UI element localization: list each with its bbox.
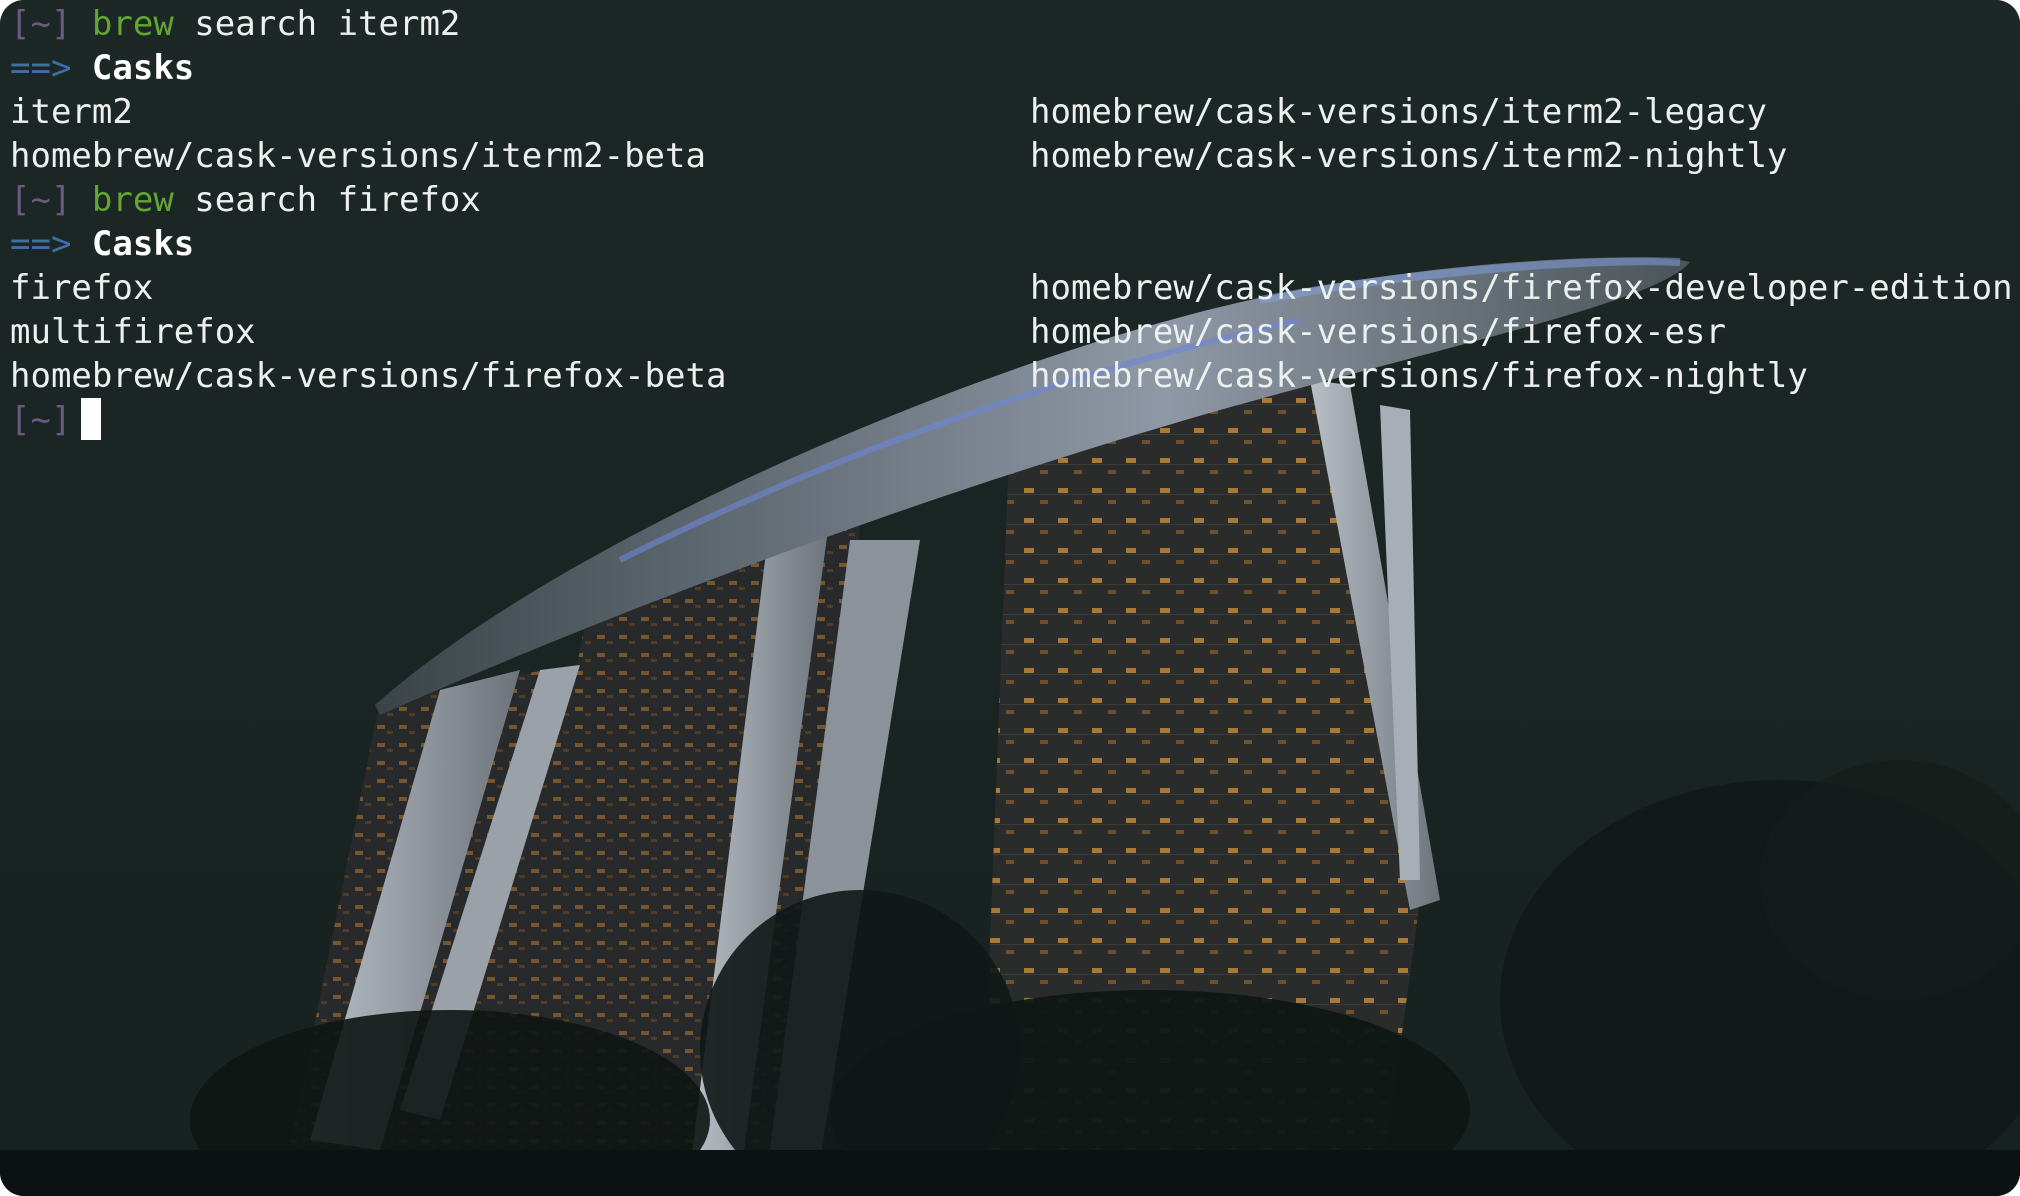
result-item: homebrew/cask-versions/firefox-beta	[10, 356, 727, 396]
arrow-icon: ==>	[10, 224, 72, 264]
result-row: multifirefox homebrew/cask-versions/firef…	[10, 310, 2010, 354]
result-item: firefox	[10, 268, 154, 308]
result-row: homebrew/cask-versions/iterm2-beta homebr…	[10, 134, 2010, 178]
result-item: homebrew/cask-versions/firefox-esr	[1030, 312, 1726, 352]
terminal-output[interactable]: [~] brew search iterm2 ==> Casks iterm2 h…	[10, 2, 2013, 442]
result-item: homebrew/cask-versions/firefox-nightly	[1030, 356, 1808, 396]
result-item: multifirefox	[10, 312, 256, 352]
input-line[interactable]: [~]	[10, 398, 2010, 442]
heading-text: Casks	[91, 48, 195, 88]
prompt: [~]	[10, 400, 72, 440]
text-cursor[interactable]	[81, 398, 102, 440]
result-row: firefox homebrew/cask-versions/firefox-de…	[10, 266, 2013, 310]
command-line: [~] brew search firefox	[10, 178, 2010, 222]
terminal-window[interactable]: [~] brew search iterm2 ==> Casks iterm2 h…	[0, 0, 2020, 1196]
section-heading: ==> Casks	[10, 46, 2010, 90]
section-heading: ==> Casks	[10, 222, 2010, 266]
result-row: homebrew/cask-versions/firefox-beta homeb…	[10, 354, 2010, 398]
command-line: [~] brew search iterm2	[10, 2, 2010, 46]
result-item: homebrew/cask-versions/iterm2-beta	[10, 136, 706, 176]
prompt: [~]	[10, 4, 72, 44]
command-name: brew	[91, 180, 174, 220]
result-item: homebrew/cask-versions/iterm2-legacy	[1030, 92, 1767, 132]
arrow-icon: ==>	[10, 48, 72, 88]
prompt: [~]	[10, 180, 72, 220]
result-row: iterm2 homebrew/cask-versions/iterm2-lega…	[10, 90, 2010, 134]
heading-text: Casks	[91, 224, 195, 264]
result-item: iterm2	[10, 92, 133, 132]
result-item: homebrew/cask-versions/iterm2-nightly	[1030, 136, 1788, 176]
command-args: search iterm2	[194, 4, 461, 44]
result-item: homebrew/cask-versions/firefox-developer…	[1030, 268, 2013, 308]
command-name: brew	[91, 4, 174, 44]
command-args: search firefox	[194, 180, 481, 220]
